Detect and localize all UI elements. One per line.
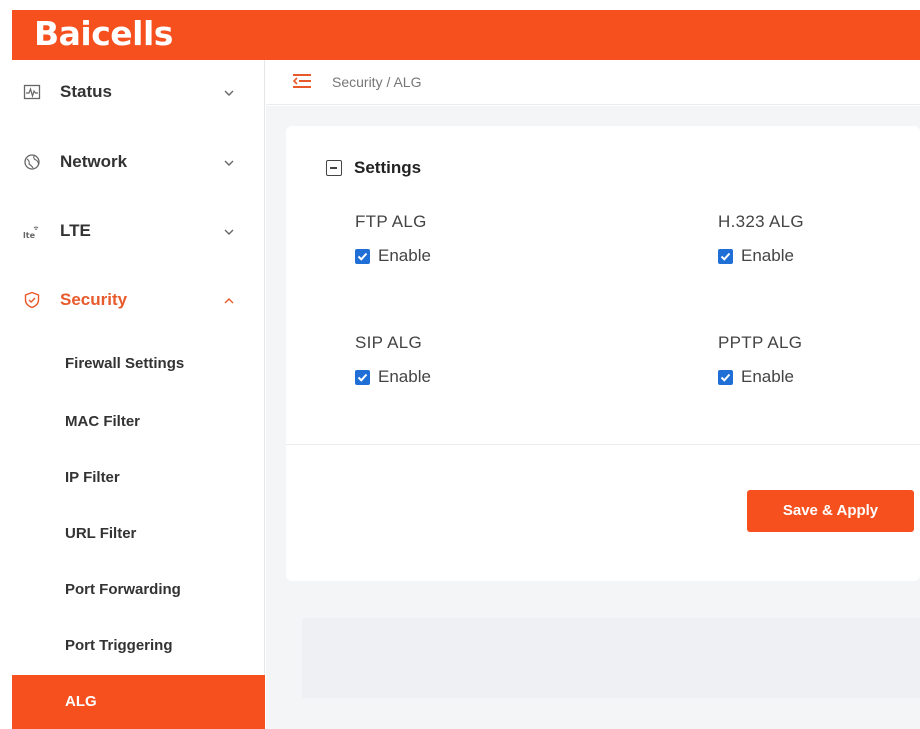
sidebar-item-label: Network (60, 152, 128, 171)
breadcrumb: Security / ALG (332, 74, 422, 90)
svg-text:lte: lte (23, 231, 36, 240)
sidebar-subitem-label: MAC Filter (65, 413, 140, 430)
alg-label: H.323 ALG (718, 212, 804, 231)
chevron-down-icon (224, 229, 234, 235)
top-header: Baicells (12, 10, 920, 60)
lower-panel (302, 618, 920, 698)
sidebar-subitem-url-filter[interactable]: URL Filter (12, 507, 265, 561)
sidebar-item-label: LTE (60, 221, 91, 240)
collapse-section-icon[interactable] (326, 160, 342, 176)
sidebar-subitem-firewall-settings[interactable]: Firewall Settings (12, 337, 265, 391)
checkbox-label[interactable]: Enable (378, 246, 431, 266)
sidebar-subitem-mac-filter[interactable]: MAC Filter (12, 395, 265, 449)
sidebar-subitem-label: Port Triggering (65, 637, 173, 654)
pptp-alg-enable-checkbox[interactable] (718, 370, 733, 385)
sidebar-subitem-port-triggering[interactable]: Port Triggering (12, 619, 265, 673)
globe-icon (24, 154, 40, 170)
divider (286, 444, 920, 445)
ftp-alg-enable-checkbox[interactable] (355, 249, 370, 264)
sidebar-subitem-label: URL Filter (65, 525, 137, 542)
sidebar-subitem-label: Firewall Settings (65, 355, 185, 372)
status-icon (23, 84, 41, 100)
main-content: Settings FTP ALG Enable H.323 ALG Enable… (266, 106, 920, 729)
chevron-down-icon (224, 90, 234, 96)
menu-collapse-icon[interactable] (292, 73, 312, 89)
topbar: Security / ALG (266, 60, 920, 105)
sidebar-subitem-label: ALG (65, 693, 97, 710)
shield-icon (24, 291, 40, 309)
lte-icon: lte (23, 226, 39, 240)
sidebar-item-status[interactable]: Status (12, 72, 265, 112)
sidebar-subitem-alg[interactable]: ALG (12, 675, 265, 729)
checkbox-label[interactable]: Enable (378, 367, 431, 387)
chevron-up-icon (224, 298, 234, 304)
sidebar-subitem-port-forwarding[interactable]: Port Forwarding (12, 563, 265, 617)
sip-alg-setting: SIP ALG Enable (355, 333, 555, 393)
sidebar-item-network[interactable]: Network (12, 142, 265, 182)
alg-label: FTP ALG (355, 212, 427, 231)
sidebar-subitem-label: Port Forwarding (65, 581, 181, 598)
settings-title: Settings (354, 158, 422, 177)
checkbox-label[interactable]: Enable (741, 367, 794, 387)
checkbox-label[interactable]: Enable (741, 246, 794, 266)
sidebar-item-security[interactable]: Security (12, 280, 265, 320)
alg-label: PPTP ALG (718, 333, 803, 352)
pptp-alg-setting: PPTP ALG Enable (718, 333, 918, 393)
sip-alg-enable-checkbox[interactable] (355, 370, 370, 385)
sidebar-item-lte[interactable]: lte LTE (12, 211, 265, 251)
sidebar-item-label: Status (60, 82, 112, 101)
alg-label: SIP ALG (355, 333, 422, 352)
h323-alg-setting: H.323 ALG Enable (718, 212, 918, 272)
save-apply-button[interactable]: Save & Apply (747, 490, 914, 532)
sidebar-item-label: Security (60, 290, 128, 309)
sidebar-subitem-ip-filter[interactable]: IP Filter (12, 451, 265, 505)
chevron-down-icon (224, 160, 234, 166)
sidebar-subitem-label: IP Filter (65, 469, 120, 486)
h323-alg-enable-checkbox[interactable] (718, 249, 733, 264)
ftp-alg-setting: FTP ALG Enable (355, 212, 555, 272)
sidebar: Status Network lte LTE Security Firewall… (12, 60, 265, 729)
baicells-logo: Baicells (34, 14, 173, 53)
settings-card: Settings FTP ALG Enable H.323 ALG Enable… (286, 126, 920, 581)
